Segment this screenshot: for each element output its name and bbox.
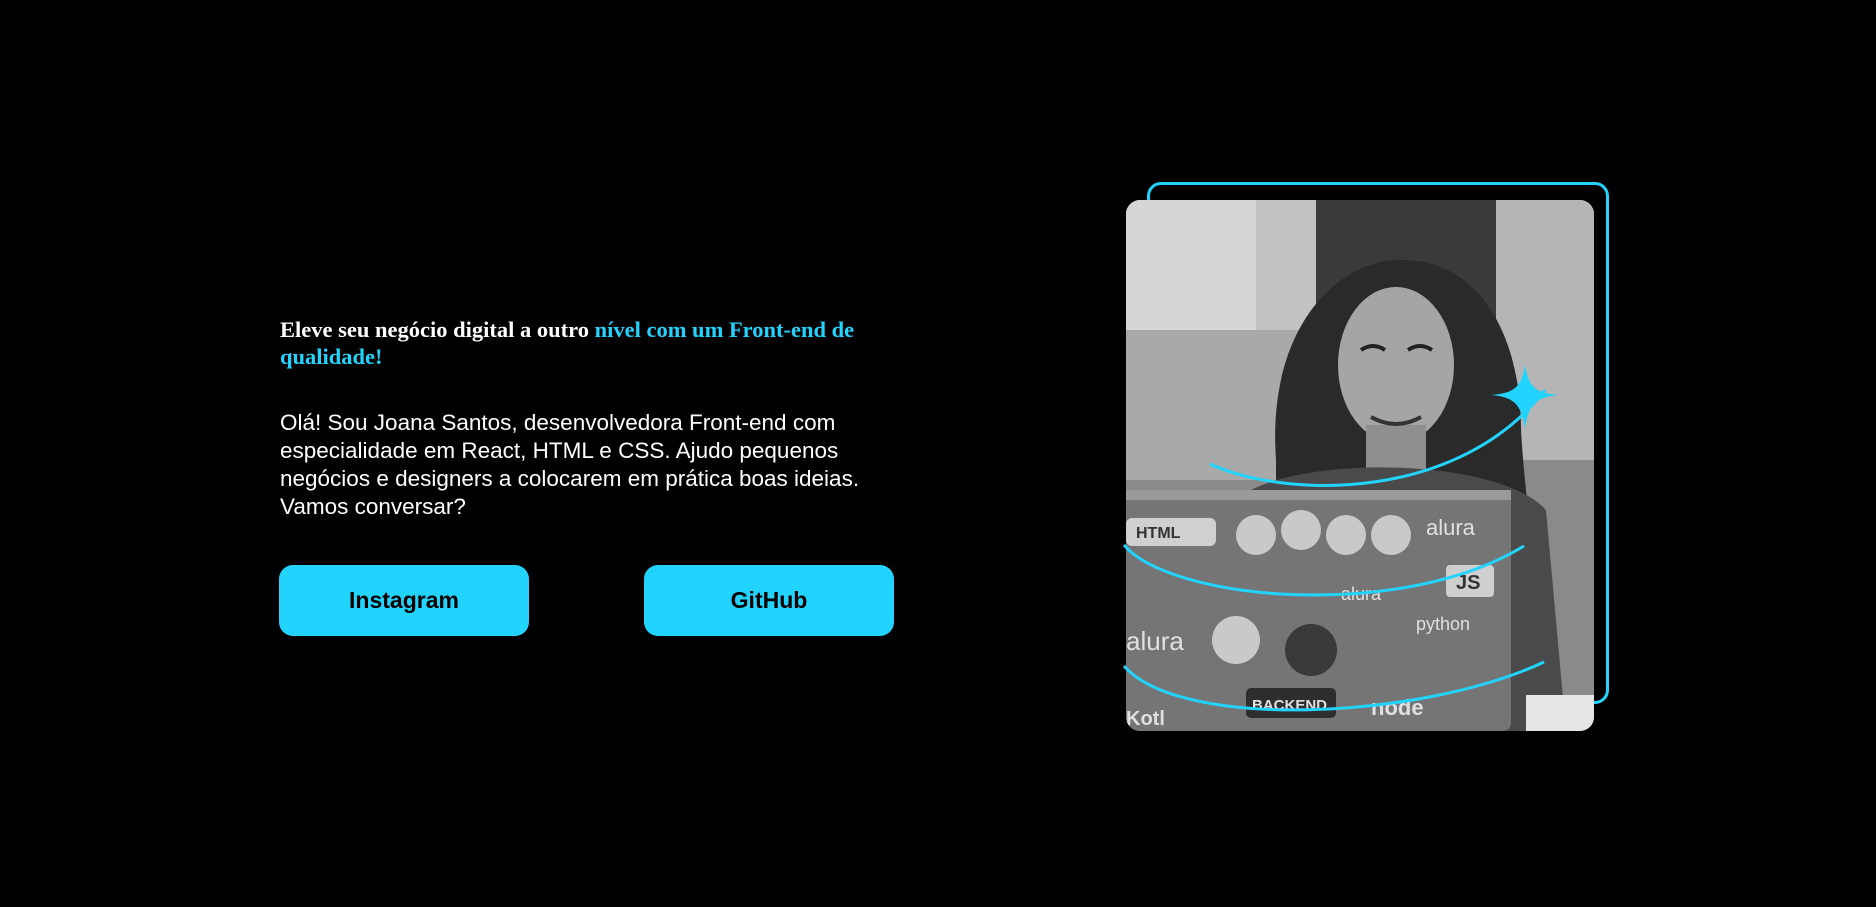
hero-text: Eleve seu negócio digital a outro nível …	[280, 316, 900, 521]
sticker-python: python	[1416, 614, 1470, 634]
photo-illustration: HTML alura JS alura python alura BACKEND…	[1126, 200, 1594, 731]
sticker-node: node	[1371, 695, 1424, 720]
intro-paragraph: Olá! Sou Joana Santos, desenvolvedora Fr…	[280, 410, 860, 519]
instagram-button[interactable]: Instagram	[279, 565, 529, 636]
sticker-backend: BACKEND	[1252, 697, 1327, 714]
headline-white-text: Eleve seu negócio digital a outro	[280, 317, 595, 342]
sticker-alura: alura	[1426, 515, 1476, 540]
sticker-alura-2: alura	[1341, 584, 1382, 604]
sticker-html: HTML	[1136, 525, 1181, 542]
profile-photo: HTML alura JS alura python alura BACKEND…	[1126, 200, 1594, 731]
headline: Eleve seu negócio digital a outro nível …	[280, 316, 900, 370]
sticker-kotlin: Kotl	[1126, 708, 1165, 730]
sticker-alura-3: alura	[1126, 626, 1184, 656]
sticker-js: JS	[1456, 572, 1480, 594]
github-button[interactable]: GitHub	[644, 565, 894, 636]
